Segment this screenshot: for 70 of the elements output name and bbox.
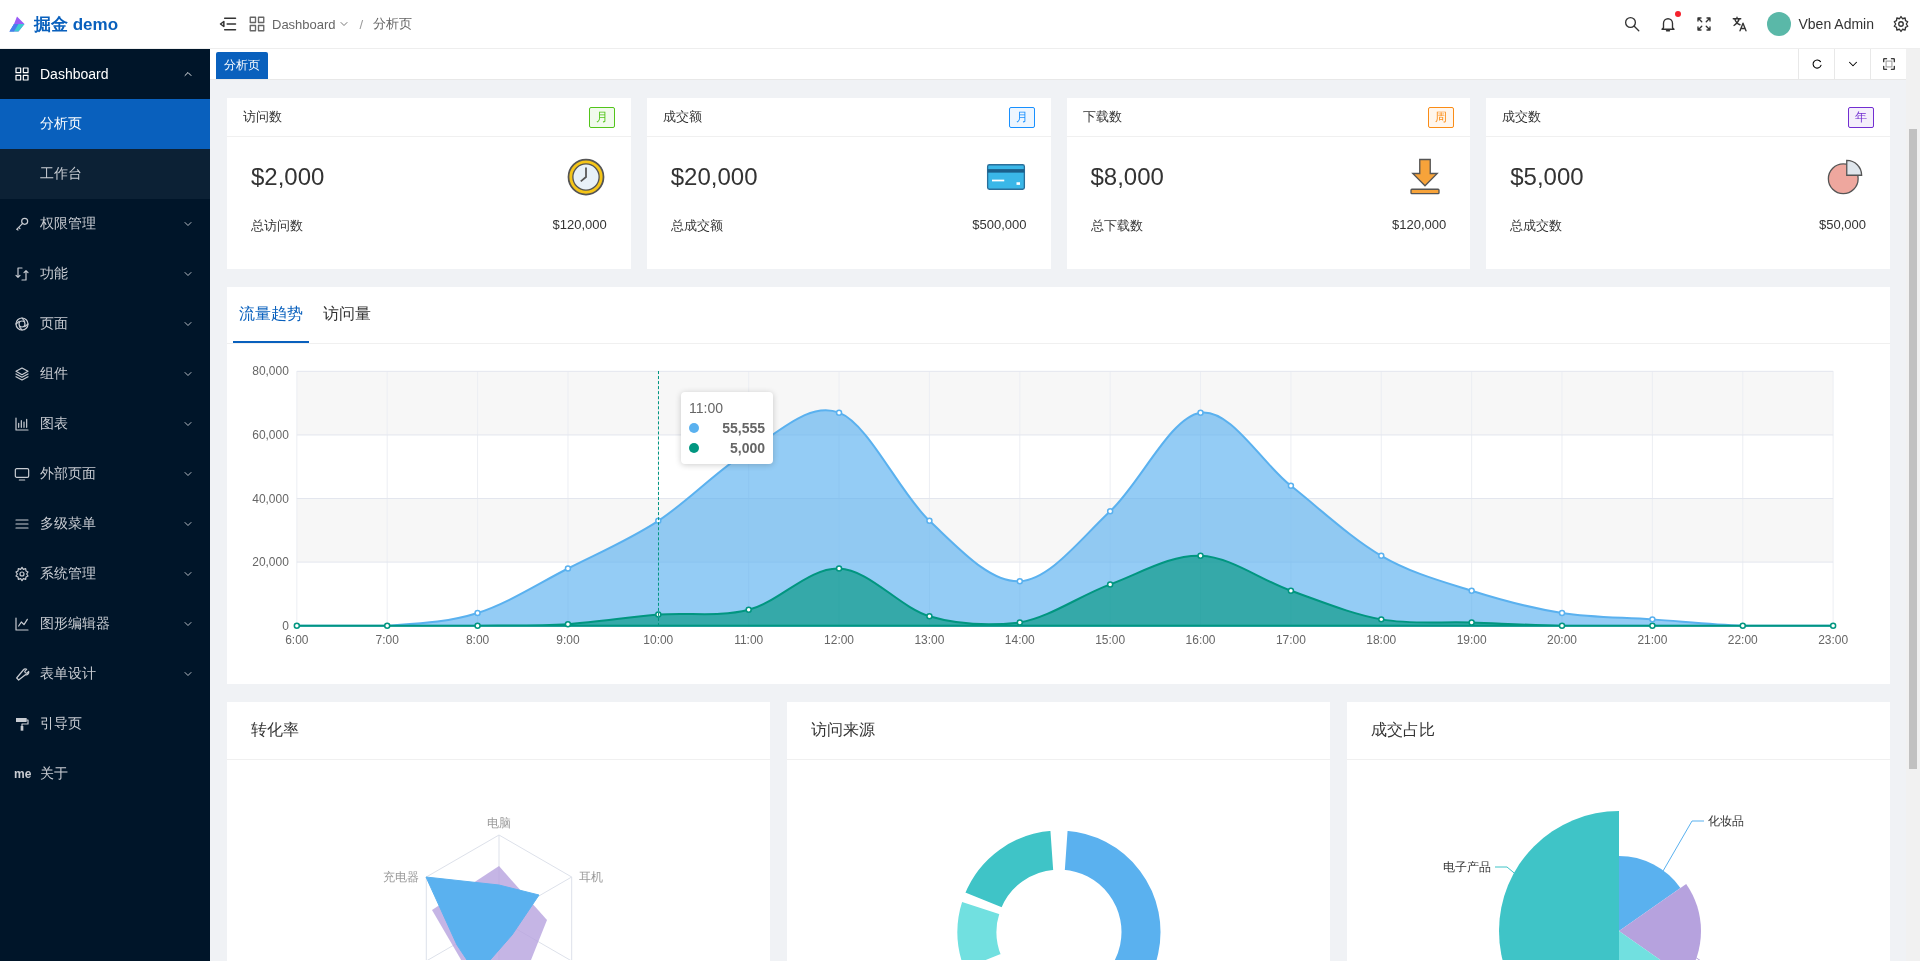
x-tick-label: 12:00 (824, 632, 855, 647)
x-tick-label: 17:00 (1275, 632, 1306, 647)
y-tick-label: 60,000 (252, 427, 289, 442)
total-label: 总成交数 (1510, 217, 1563, 235)
card-title: 成交数 (1502, 108, 1542, 126)
x-tick-label: 22:00 (1727, 632, 1758, 647)
card-title: 下载数 (1082, 108, 1122, 126)
y-tick-label: 20,000 (252, 555, 289, 570)
radar-axis-label: 电脑 (487, 816, 511, 830)
pie-label: 化妆品 (1708, 814, 1744, 828)
x-tick-label: 16:00 (1185, 632, 1216, 647)
stat-value: $5,000 (1510, 163, 1584, 191)
sidebar-label: 引导页 (40, 715, 83, 733)
total-value: $120,000 (552, 217, 607, 234)
total-value: $500,000 (972, 217, 1027, 234)
sidebar-label: 图表 (40, 415, 69, 433)
sidebar-label: 功能 (40, 265, 69, 283)
sidebar-label: 组件 (40, 365, 69, 383)
x-tick-label: 6:00 (285, 632, 309, 647)
total-value: $50,000 (1819, 217, 1866, 234)
tooltip-value: 55,555 (722, 420, 765, 436)
x-tick-label: 15:00 (1095, 632, 1126, 647)
period-tag: 月 (588, 106, 615, 128)
total-label: 总访问数 (251, 217, 303, 235)
sidebar-label: 外部页面 (40, 465, 97, 483)
x-tick-label: 9:00 (556, 632, 580, 647)
x-tick-label: 21:00 (1637, 632, 1668, 647)
x-tick-label: 11:00 (734, 632, 764, 647)
sidebar-label: 关于 (40, 765, 69, 783)
total-label: 总成交额 (670, 217, 723, 235)
y-tick-label: 80,000 (252, 364, 289, 379)
card-title: 访问数 (243, 108, 282, 126)
stat-value: $8,000 (1090, 163, 1164, 191)
pie-label: 电子产品 (1443, 860, 1491, 874)
x-tick-label: 18:00 (1366, 632, 1397, 647)
sidebar-label: Dashboard (40, 66, 110, 82)
sidebar-label: 图形编辑器 (40, 615, 111, 633)
card-title: 转化率 (227, 702, 770, 760)
tooltip-value: 5,000 (729, 440, 765, 456)
total-value: $120,000 (1392, 217, 1447, 234)
period-tag: 年 (1848, 106, 1874, 128)
breadcrumb-separator: / (359, 16, 364, 32)
x-tick-label: 20:00 (1547, 632, 1577, 647)
period-tag: 周 (1428, 106, 1455, 128)
radar-axis-label: 耳机 (579, 870, 603, 884)
sidebar-label: 系统管理 (40, 565, 97, 583)
stat-value: $20,000 (670, 163, 758, 191)
radar-axis-label: 充电器 (383, 870, 419, 884)
x-tick-label: 7:00 (375, 632, 399, 647)
logo-text: 掘金 demo (34, 13, 119, 36)
sidebar-label: 多级菜单 (40, 515, 97, 533)
x-tick-label: 10:00 (643, 632, 674, 647)
x-tick-label: 23:00 (1818, 632, 1849, 647)
x-tick-label: 19:00 (1456, 632, 1487, 647)
stat-value: $2,000 (251, 163, 325, 191)
card-title: 成交额 (662, 108, 702, 126)
y-tick-label: 0 (282, 618, 289, 633)
sidebar-label: 表单设计 (40, 665, 97, 683)
total-label: 总下载数 (1090, 217, 1143, 235)
tooltip-title: 11:00 (689, 400, 724, 416)
x-tick-label: 8:00 (465, 632, 490, 647)
card-title: 访问来源 (787, 702, 1330, 760)
sidebar-label: 页面 (40, 315, 69, 333)
x-tick-label: 13:00 (914, 632, 945, 647)
sidebar-label: 权限管理 (40, 215, 97, 233)
card-title: 成交占比 (1347, 702, 1890, 760)
x-tick-label: 14:00 (1004, 632, 1035, 647)
me-logo: me (14, 767, 30, 781)
y-tick-label: 40,000 (252, 491, 289, 506)
period-tag: 月 (1008, 106, 1035, 128)
